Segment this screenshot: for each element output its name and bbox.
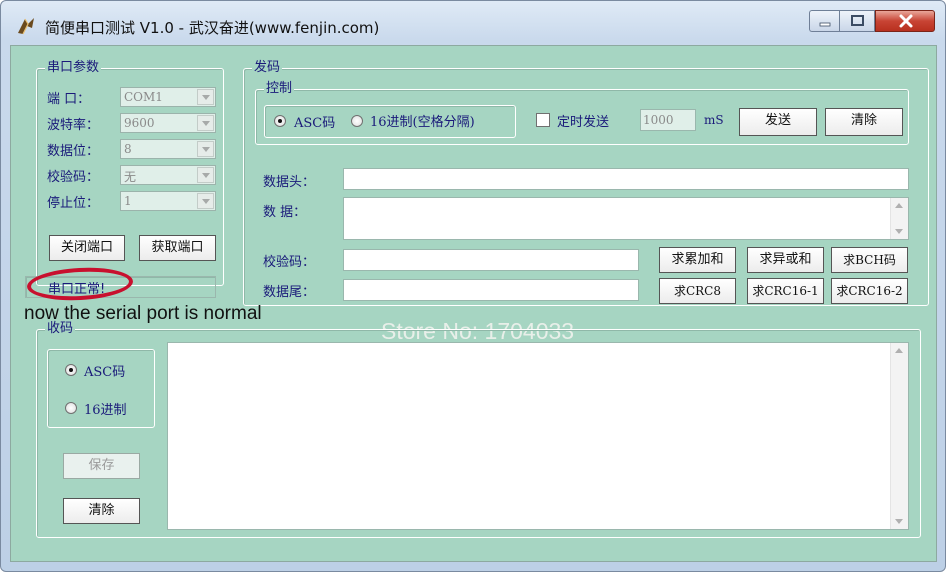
- interval-unit: mS: [704, 113, 724, 127]
- serial-params-title: 串口参数: [45, 60, 102, 76]
- checksum-label: 校验码：: [263, 255, 316, 270]
- parity-label: 校验码：: [47, 170, 100, 185]
- baud-value: 9600: [124, 116, 155, 130]
- send-hex-radio[interactable]: [351, 115, 363, 127]
- receive-scrollbar[interactable]: [890, 343, 908, 529]
- maximize-icon: [851, 15, 864, 26]
- timer-label: 定时发送: [557, 115, 610, 130]
- chevron-down-icon[interactable]: [197, 167, 214, 183]
- interval-value: 1000: [643, 113, 674, 127]
- crc16-2-button[interactable]: 求CRC16-2: [831, 278, 908, 304]
- window-title: 简便串口测试 V1.0 - 武汉奋进(www.fenjin.com): [45, 19, 380, 37]
- tail-label: 数据尾：: [263, 285, 316, 300]
- port-value: COM1: [124, 90, 163, 104]
- chevron-down-icon[interactable]: [197, 141, 214, 157]
- chevron-down-icon[interactable]: [197, 115, 214, 131]
- send-asc-radio[interactable]: [274, 115, 286, 127]
- scroll-up-icon[interactable]: [895, 348, 903, 353]
- annotation-text: now the serial port is normal: [24, 303, 262, 324]
- header-input[interactable]: [343, 168, 909, 190]
- chevron-down-icon[interactable]: [197, 89, 214, 105]
- checksum-input[interactable]: [343, 249, 639, 271]
- stopbits-value: 1: [124, 194, 132, 208]
- data-scrollbar[interactable]: [890, 198, 908, 239]
- baud-select[interactable]: 9600: [120, 113, 216, 133]
- close-icon: [899, 14, 913, 28]
- minimize-button[interactable]: [809, 10, 839, 32]
- databits-label: 数据位：: [47, 144, 100, 159]
- send-hex-label: 16进制(空格分隔): [370, 115, 475, 130]
- databits-select[interactable]: 8: [120, 139, 216, 159]
- close-button[interactable]: [875, 10, 935, 32]
- port-select[interactable]: COM1: [120, 87, 216, 107]
- stopbits-label: 停止位：: [47, 196, 100, 211]
- parity-select[interactable]: 无: [120, 165, 216, 185]
- receive-asc-radio[interactable]: [65, 364, 77, 376]
- send-title: 发码: [252, 60, 283, 76]
- sum-button[interactable]: 求累加和: [659, 247, 736, 273]
- stopbits-select[interactable]: 1: [120, 191, 216, 211]
- save-button[interactable]: 保存: [63, 453, 140, 479]
- baud-label: 波特率：: [47, 118, 100, 133]
- title-bar[interactable]: 简便串口测试 V1.0 - 武汉奋进(www.fenjin.com): [1, 1, 945, 41]
- parity-value: 无: [124, 170, 137, 184]
- app-window: 简便串口测试 V1.0 - 武汉奋进(www.fenjin.com) 串口参数 …: [0, 0, 946, 572]
- crc16-1-button[interactable]: 求CRC16-1: [747, 278, 824, 304]
- bch-button[interactable]: 求BCH码: [831, 247, 908, 273]
- data-label: 数 据：: [263, 205, 307, 220]
- receive-asc-label: ASC码: [84, 365, 126, 380]
- tail-input[interactable]: [343, 279, 639, 301]
- interval-input[interactable]: 1000: [640, 109, 696, 131]
- get-port-button[interactable]: 获取端口: [139, 235, 216, 261]
- maximize-button[interactable]: [839, 10, 875, 32]
- send-asc-label: ASC码: [294, 116, 336, 131]
- scroll-up-icon[interactable]: [895, 203, 903, 208]
- databits-value: 8: [124, 142, 132, 156]
- control-title: 控制: [264, 81, 295, 97]
- scroll-down-icon[interactable]: [895, 519, 903, 524]
- scroll-down-icon[interactable]: [895, 229, 903, 234]
- minimize-icon: [819, 22, 831, 27]
- data-input[interactable]: [343, 197, 909, 240]
- app-icon: [18, 18, 34, 35]
- port-label: 端 口：: [47, 92, 91, 107]
- receive-textarea[interactable]: [167, 342, 909, 530]
- receive-clear-button[interactable]: 清除: [63, 498, 140, 524]
- timer-checkbox[interactable]: [536, 113, 550, 127]
- send-button[interactable]: 发送: [739, 108, 817, 136]
- header-label: 数据头：: [263, 175, 316, 190]
- receive-hex-radio[interactable]: [65, 402, 77, 414]
- crc8-button[interactable]: 求CRC8: [659, 278, 736, 304]
- chevron-down-icon[interactable]: [197, 193, 214, 209]
- receive-hex-label: 16进制: [84, 403, 127, 418]
- close-port-button[interactable]: 关闭端口: [49, 235, 125, 261]
- send-clear-button[interactable]: 清除: [825, 108, 903, 136]
- xor-button[interactable]: 求异或和: [747, 247, 824, 273]
